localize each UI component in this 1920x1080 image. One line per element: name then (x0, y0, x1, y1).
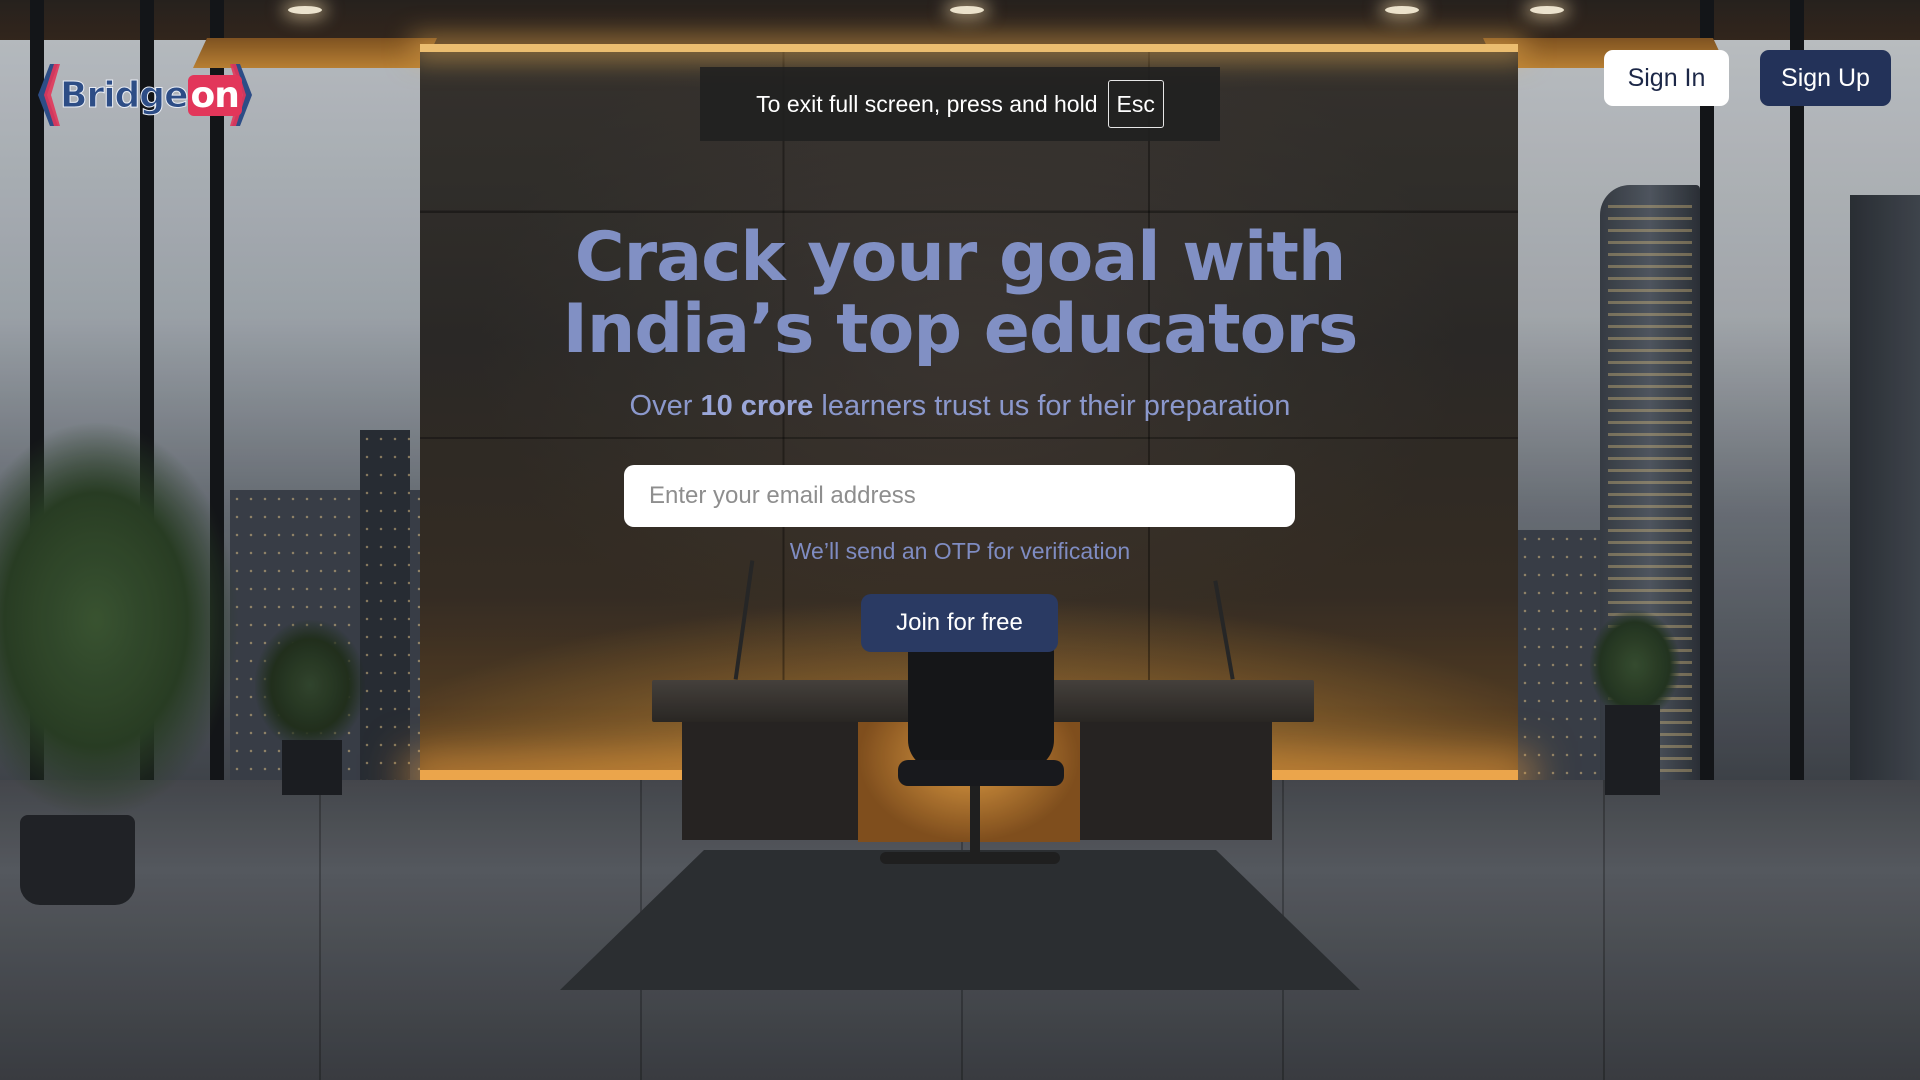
hero-subtitle-highlight: 10 crore (700, 390, 814, 422)
logo-wordmark: Bridgeon (60, 74, 242, 116)
logo-word-main: Bridge (60, 74, 189, 116)
hero-section: Crack your goal with India’s top educato… (560, 222, 1360, 423)
join-for-free-button[interactable]: Join for free (861, 594, 1058, 652)
email-input[interactable] (624, 465, 1295, 527)
hero-title-line1: Crack your goal with (574, 218, 1346, 297)
hero-title-line2: India’s top educators (562, 290, 1359, 369)
fullscreen-notice-text: To exit full screen, press and hold (756, 90, 1098, 117)
esc-key-hint: Esc (1107, 80, 1164, 128)
hero-subtitle: Over 10 crore learners trust us for thei… (560, 390, 1360, 423)
brand-logo[interactable]: Bridgeon (30, 62, 260, 128)
fullscreen-exit-notice: To exit full screen, press and hold Esc (700, 67, 1220, 141)
logo-word-accent: on (187, 74, 242, 116)
otp-verification-note: We’ll send an OTP for verification (789, 538, 1131, 564)
hero-title: Crack your goal with India’s top educato… (560, 222, 1360, 366)
sign-up-button[interactable]: Sign Up (1760, 50, 1891, 106)
hero-subtitle-suffix: learners trust us for their preparation (813, 390, 1291, 422)
hero-subtitle-prefix: Over (629, 390, 701, 422)
sign-in-button[interactable]: Sign In (1604, 50, 1729, 106)
